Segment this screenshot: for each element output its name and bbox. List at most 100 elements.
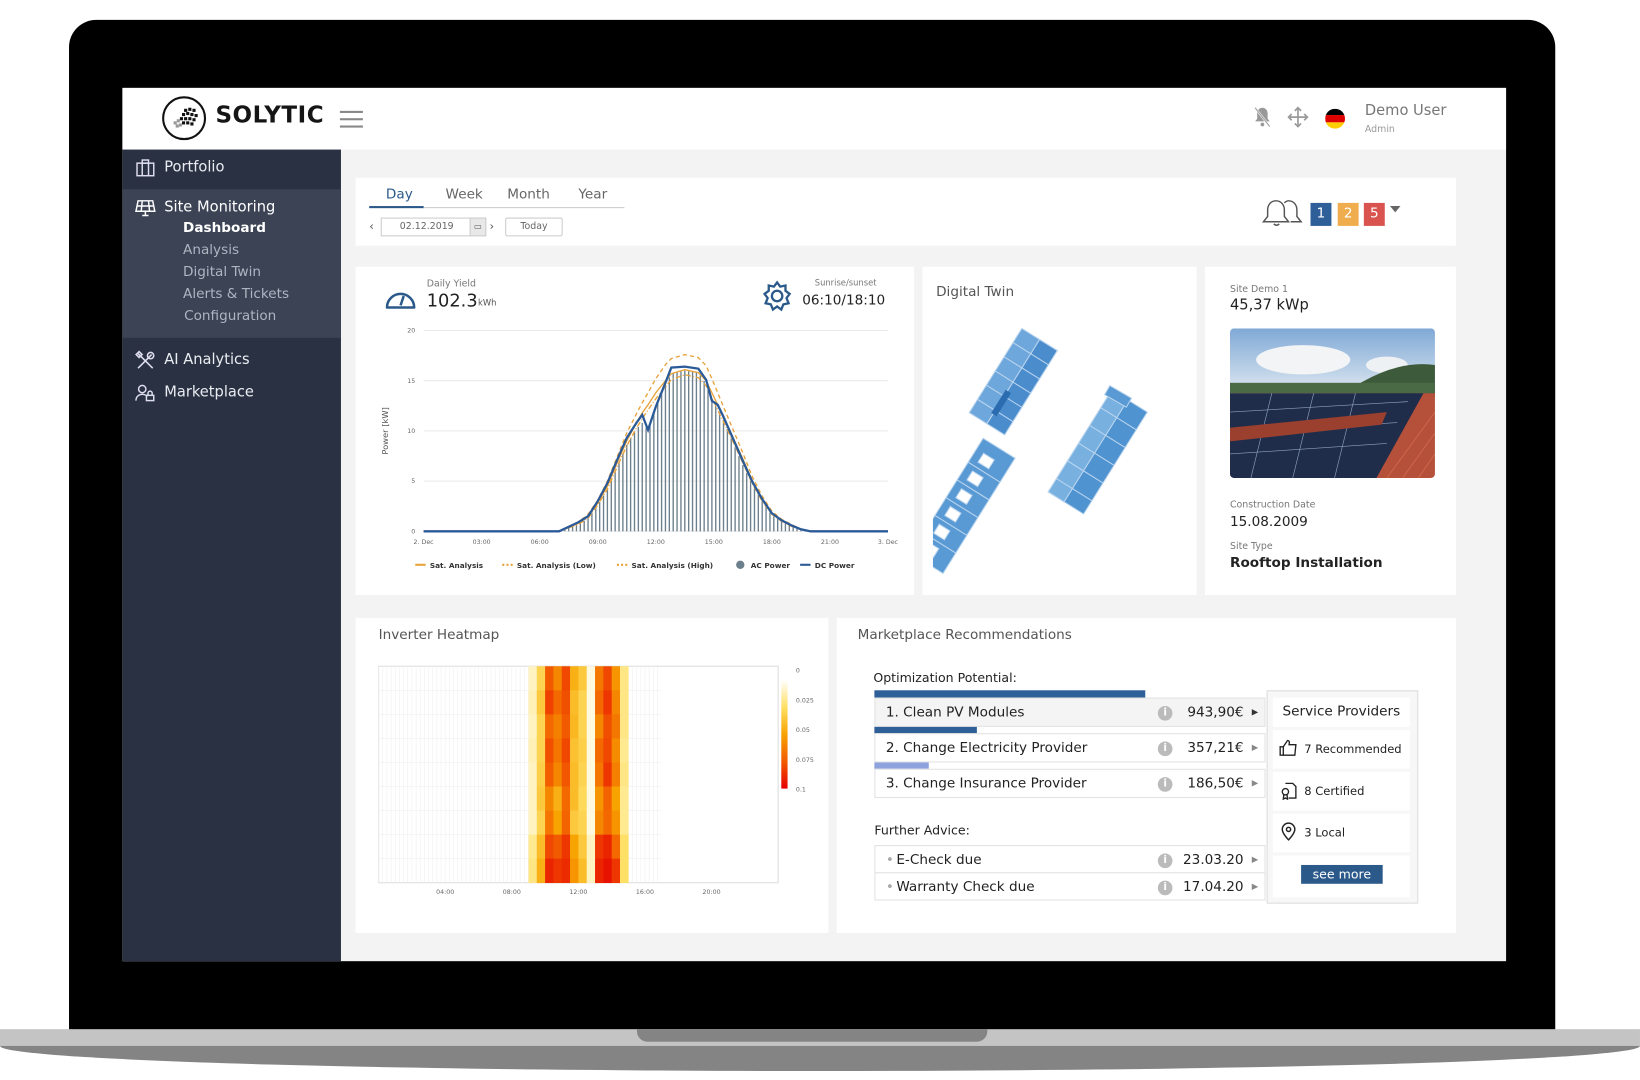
x-tick-label: 12:00 xyxy=(647,539,665,546)
alerts-dropdown-caret-icon[interactable] xyxy=(1390,206,1401,213)
germany-flag-icon[interactable] xyxy=(1325,108,1346,129)
menu-toggle-button[interactable] xyxy=(339,110,363,128)
heatmap-cell xyxy=(561,810,571,835)
y-tick-label: 5 xyxy=(411,478,415,485)
advice-row[interactable]: • Warranty Check due i 17.04.20 ▶ xyxy=(874,872,1266,901)
heatmap-cell xyxy=(611,810,621,835)
advice-row[interactable]: • E-Check due i 23.03.20 ▶ xyxy=(874,845,1266,874)
heatmap-cell xyxy=(586,666,596,691)
heatmap-cell xyxy=(578,858,588,884)
heatmap-cell xyxy=(536,762,546,787)
chevron-right-icon: ▶ xyxy=(1251,707,1259,717)
info-icon[interactable]: i xyxy=(1157,705,1173,721)
y-tick-label: 15 xyxy=(407,378,415,385)
heatmap-cell xyxy=(570,690,579,715)
next-date-button[interactable]: › xyxy=(489,220,494,234)
date-input[interactable]: 02.12.2019 xyxy=(380,217,473,237)
prev-date-button[interactable]: ‹ xyxy=(369,220,374,234)
legend-label: Sat. Analysis (Low) xyxy=(517,561,596,570)
heatmap-cell xyxy=(586,810,596,835)
calendar-icon[interactable]: ▭ xyxy=(469,217,487,237)
alert-badge-info[interactable]: 1 xyxy=(1310,202,1332,226)
sidebar-item-marketplace[interactable]: Marketplace xyxy=(122,374,341,413)
sidebar-subitem-digital-twin[interactable]: Digital Twin xyxy=(183,265,261,281)
sidebar-subitem-analysis[interactable]: Analysis xyxy=(183,243,239,259)
heatmap-cell xyxy=(611,858,621,884)
optimization-value: 943,90€ xyxy=(1187,704,1244,721)
menu-icon-bar xyxy=(339,118,363,121)
y-axis-label: Power [kW] xyxy=(380,407,390,455)
heatmap-cell xyxy=(545,690,554,715)
user-name[interactable]: Demo User xyxy=(1365,102,1447,119)
alerts-bell-icon[interactable] xyxy=(1261,197,1303,235)
heatmap-cell xyxy=(545,858,554,884)
inverter-heatmap: 04:00 08:00 12:00 16:00 20:00 0 0.025 0.05 0.075… xyxy=(378,665,814,896)
badge-count: 2 xyxy=(1343,206,1353,222)
move-arrows-icon[interactable] xyxy=(1285,106,1310,131)
today-button[interactable]: Today xyxy=(505,217,563,237)
menu-icon xyxy=(339,110,363,113)
colorbar xyxy=(781,679,788,789)
heatmap-cell xyxy=(603,666,612,691)
heatmap-cell xyxy=(620,810,629,835)
service-providers-title: Service Providers xyxy=(1272,697,1410,727)
see-more-button[interactable]: see more xyxy=(1301,864,1383,884)
daily-yield-caption: Daily Yield xyxy=(426,279,476,290)
sidebar-subitem-alerts-tickets[interactable]: Alerts & Tickets xyxy=(183,287,289,303)
colorbar-tick-label: 0.075 xyxy=(796,757,814,764)
y-tick-label: 0 xyxy=(411,528,415,535)
site-type-value: Rooftop Installation xyxy=(1229,555,1383,572)
heatmap-cell xyxy=(595,834,604,859)
alert-badge-critical[interactable]: 5 xyxy=(1363,202,1385,226)
site-monitoring-group: Site Monitoring Dashboard Analysis Digit… xyxy=(122,189,341,338)
info-icon[interactable]: i xyxy=(1157,853,1173,869)
heatmap-cell xyxy=(545,714,554,739)
heatmap-cell xyxy=(528,738,538,763)
info-icon[interactable]: i xyxy=(1157,777,1173,792)
daily-yield-value: 102.3 xyxy=(426,290,478,312)
heatmap-cell xyxy=(545,810,554,835)
tab-year[interactable]: Year xyxy=(578,187,607,203)
bell-off-icon[interactable] xyxy=(1250,106,1275,131)
sidebar-item-label: Marketplace xyxy=(164,383,254,401)
heatmap-cell xyxy=(595,762,604,787)
tab-day[interactable]: Day xyxy=(386,187,413,203)
heatmap-cell xyxy=(603,834,612,859)
heatmap-cell xyxy=(603,690,612,715)
optimization-value: 186,50€ xyxy=(1187,776,1244,792)
optimization-row[interactable]: 1. Clean PV Modules i 943,90€ ▶ xyxy=(874,697,1266,727)
sunrise-sunset-value: 06:10/18:10 xyxy=(802,292,886,309)
info-icon[interactable]: i xyxy=(1157,880,1173,896)
legend-label: AC Power xyxy=(751,561,791,570)
provider-recommended[interactable]: 7 Recommended xyxy=(1272,730,1410,769)
thumbs-up-icon xyxy=(1279,739,1297,756)
heatmap-cell xyxy=(611,762,621,787)
heatmap-cell xyxy=(528,690,538,715)
info-icon[interactable]: i xyxy=(1157,741,1173,757)
optimization-row[interactable]: 2. Change Electricity Provider i 357,21€… xyxy=(874,733,1266,763)
sidebar-subitem-dashboard[interactable]: Dashboard xyxy=(183,221,266,237)
heatmap-cell xyxy=(620,666,629,691)
provider-local[interactable]: 3 Local xyxy=(1272,813,1410,853)
provider-label: 8 Certified xyxy=(1304,784,1365,799)
alert-badge-warning[interactable]: 2 xyxy=(1337,202,1359,226)
tab-month[interactable]: Month xyxy=(507,187,550,203)
heatmap-cell xyxy=(586,738,596,763)
optimization-row[interactable]: 3. Change Insurance Provider i 186,50€ ▶ xyxy=(874,768,1266,799)
sidebar-subitem-configuration[interactable]: Configuration xyxy=(184,309,276,325)
provider-certified[interactable]: 8 Certified xyxy=(1272,771,1410,811)
heatmap-cell xyxy=(620,714,629,739)
heatmap-cell xyxy=(570,762,579,787)
tab-week[interactable]: Week xyxy=(446,187,483,203)
sidebar-item-label: AI Analytics xyxy=(164,351,250,369)
brand-name: SOLYTIC xyxy=(215,102,325,129)
heatmap-cell xyxy=(603,786,612,811)
digital-twin-rooftop-model[interactable] xyxy=(932,323,1184,575)
certificate-icon xyxy=(1281,782,1297,801)
heatmap-cell xyxy=(595,690,604,715)
heatmap-cell xyxy=(620,858,629,884)
laptop-notch xyxy=(636,1029,988,1042)
optimization-label: 3. Change Insurance Provider xyxy=(885,776,1087,792)
sunrise-sunset-caption: Sunrise/sunset xyxy=(814,278,877,288)
sidebar-item-portfolio[interactable]: Portfolio xyxy=(122,150,341,189)
